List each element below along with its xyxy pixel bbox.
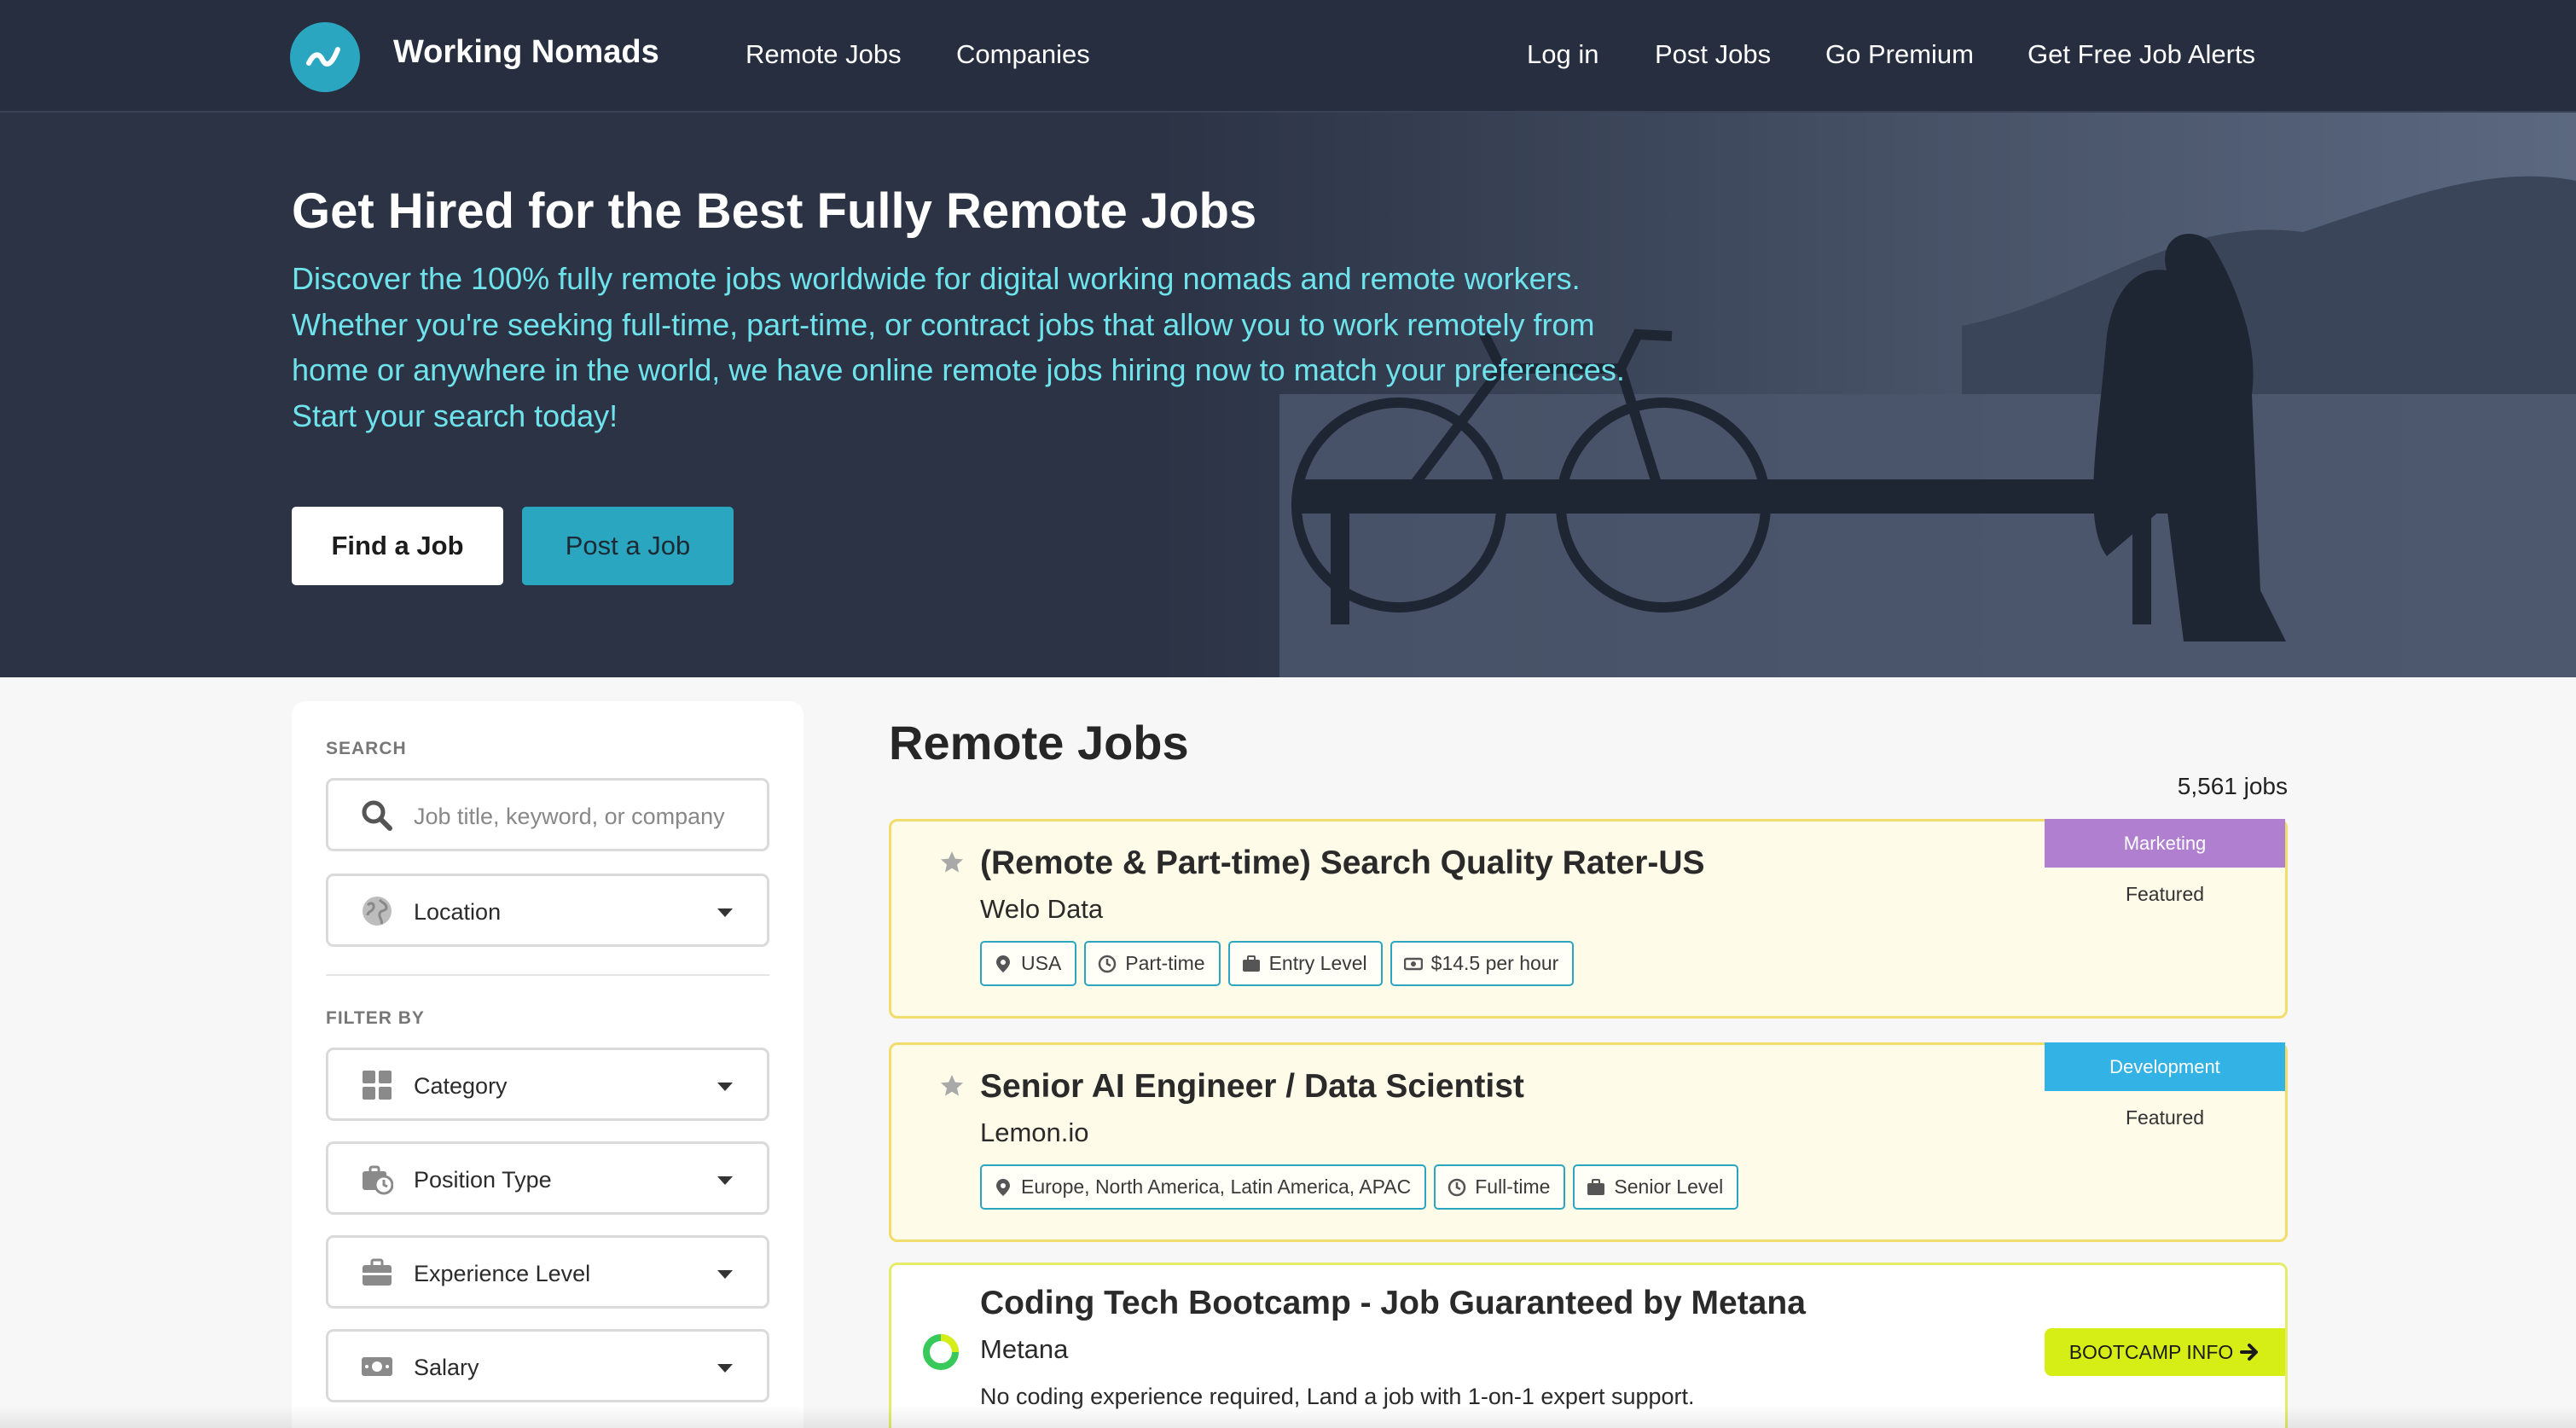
money-icon — [1403, 957, 1423, 970]
star-icon[interactable] — [939, 1073, 965, 1099]
grid-icon — [363, 1071, 392, 1100]
nav-post-jobs[interactable]: Post Jobs — [1655, 39, 1771, 70]
brand-name[interactable]: Working Nomads — [393, 34, 659, 71]
money-icon — [362, 1357, 392, 1376]
tag-experience[interactable]: Senior Level — [1573, 1164, 1739, 1210]
filter-sidebar: SEARCH Job title, keyword, or company Lo… — [292, 701, 804, 1428]
nav-companies[interactable]: Companies — [956, 39, 1090, 70]
bootcamp-info-button[interactable]: BOOTCAMP INFO — [2045, 1328, 2285, 1376]
chevron-down-icon — [717, 1176, 733, 1185]
logo-icon[interactable] — [290, 22, 360, 92]
map-pin-icon — [996, 955, 1010, 972]
tag-text: Europe, North America, Latin America, AP… — [1021, 1175, 1412, 1198]
star-icon[interactable] — [939, 850, 965, 875]
map-pin-icon — [996, 1178, 1010, 1196]
page-title: Remote Jobs — [889, 716, 1189, 769]
top-navbar: Working Nomads Remote Jobs Companies Log… — [0, 0, 2576, 113]
tag-text: Part-time — [1125, 952, 1205, 974]
category-badge[interactable]: Development — [2045, 1042, 2285, 1091]
job-company[interactable]: Metana — [980, 1334, 1068, 1365]
globe-icon — [363, 897, 392, 926]
hero-section: Get Hired for the Best Fully Remote Jobs… — [0, 113, 2576, 677]
job-title[interactable]: Senior AI Engineer / Data Scientist — [980, 1068, 1524, 1106]
search-section-label: SEARCH — [326, 739, 407, 758]
category-badge[interactable]: Marketing — [2045, 819, 2285, 868]
nav-remote-jobs[interactable]: Remote Jobs — [746, 39, 902, 70]
arrow-right-icon — [2240, 1344, 2259, 1361]
featured-label: Featured — [2125, 1106, 2205, 1129]
bootcamp-card[interactable]: Coding Tech Bootcamp - Job Guaranteed by… — [889, 1263, 2288, 1428]
search-input[interactable]: Job title, keyword, or company — [326, 778, 769, 851]
job-title[interactable]: (Remote & Part-time) Search Quality Rate… — [980, 845, 1705, 882]
clock-briefcase-icon — [363, 1165, 393, 1195]
location-label: Location — [414, 899, 502, 925]
search-icon — [362, 800, 392, 831]
nav-go-premium[interactable]: Go Premium — [1825, 39, 1974, 70]
tag-experience[interactable]: Entry Level — [1227, 941, 1383, 986]
experience-level-select[interactable]: Experience Level — [326, 1235, 769, 1309]
divider — [326, 974, 769, 976]
tag-location[interactable]: USA — [980, 941, 1077, 986]
experience-level-label: Experience Level — [414, 1261, 591, 1286]
tag-text: Full-time — [1475, 1175, 1551, 1198]
category-label: Category — [414, 1073, 508, 1099]
tag-salary[interactable]: $14.5 per hour — [1390, 941, 1575, 986]
salary-select[interactable]: Salary — [326, 1329, 769, 1402]
chevron-down-icon — [717, 1364, 733, 1373]
chevron-down-icon — [717, 1083, 733, 1091]
tag-text: USA — [1021, 952, 1062, 974]
jobs-count: 5,561 jobs — [2177, 773, 2288, 799]
job-company[interactable]: Welo Data — [980, 894, 1103, 925]
post-job-button[interactable]: Post a Job — [522, 507, 734, 585]
clock-icon — [1448, 1178, 1466, 1196]
tag-text: Entry Level — [1268, 952, 1367, 974]
tag-location[interactable]: Europe, North America, Latin America, AP… — [980, 1164, 1427, 1210]
position-type-select[interactable]: Position Type — [326, 1141, 769, 1215]
tag-text: $14.5 per hour — [1430, 952, 1559, 974]
bootcamp-info-label: BOOTCAMP INFO — [2068, 1340, 2234, 1363]
position-type-label: Position Type — [414, 1167, 552, 1193]
job-title[interactable]: Coding Tech Bootcamp - Job Guaranteed by… — [980, 1285, 1806, 1322]
job-tags: Europe, North America, Latin America, AP… — [980, 1164, 1739, 1210]
location-select[interactable]: Location — [326, 874, 769, 947]
tag-text: Senior Level — [1614, 1175, 1724, 1198]
briefcase-icon — [363, 1258, 392, 1286]
job-tags: USA Part-time Entry Level $14.5 per hour — [980, 941, 1575, 986]
chevron-down-icon — [717, 1270, 733, 1279]
search-placeholder: Job title, keyword, or company — [414, 804, 725, 829]
metana-logo-icon — [923, 1334, 959, 1370]
nav-free-job-alerts[interactable]: Get Free Job Alerts — [2028, 39, 2255, 70]
chevron-down-icon — [717, 908, 733, 917]
briefcase-icon — [1587, 1178, 1605, 1195]
job-card[interactable]: Senior AI Engineer / Data Scientist Lemo… — [889, 1042, 2288, 1242]
featured-label: Featured — [2125, 883, 2205, 905]
job-card[interactable]: (Remote & Part-time) Search Quality Rate… — [889, 819, 2288, 1019]
clock-icon — [1099, 955, 1117, 972]
briefcase-icon — [1242, 955, 1260, 972]
category-select[interactable]: Category — [326, 1048, 769, 1121]
hero-description: Discover the 100% fully remote jobs worl… — [292, 261, 1625, 433]
hero-title: Get Hired for the Best Fully Remote Jobs — [292, 183, 1257, 239]
nav-log-in[interactable]: Log in — [1527, 39, 1598, 70]
salary-label: Salary — [414, 1355, 479, 1380]
find-job-button[interactable]: Find a Job — [292, 507, 503, 585]
tag-position-type[interactable]: Full-time — [1434, 1164, 1566, 1210]
job-company[interactable]: Lemon.io — [980, 1117, 1089, 1148]
scroll-fade — [0, 1406, 2576, 1428]
tag-position-type[interactable]: Part-time — [1084, 941, 1221, 986]
filter-section-label: FILTER BY — [326, 1008, 425, 1028]
